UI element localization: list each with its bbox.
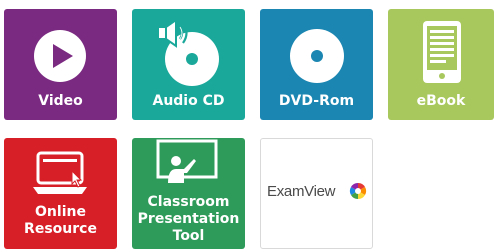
ereader-icon <box>423 21 461 83</box>
disc-icon <box>290 29 344 83</box>
classroom-label-line3: Tool <box>172 228 205 244</box>
play-icon <box>34 30 86 82</box>
ebook-label: eBook <box>416 93 466 109</box>
video-label: Video <box>38 93 83 109</box>
online-resource-label-line1: Online <box>35 204 86 220</box>
online-resource-tile[interactable]: Online Resource <box>4 138 117 249</box>
ebook-tile[interactable]: eBook <box>388 9 494 120</box>
audio-cd-tile[interactable]: Audio CD <box>132 9 245 120</box>
audio-cd-label: Audio CD <box>152 93 225 109</box>
examview-color-wheel-icon <box>349 182 367 200</box>
classroom-label-line1: Classroom <box>147 194 230 210</box>
dvd-rom-tile[interactable]: DVD-Rom <box>260 9 373 120</box>
online-resource-label-line2: Resource <box>24 221 97 237</box>
examview-tile[interactable]: ExamView <box>260 138 373 249</box>
classroom-presentation-tool-tile[interactable]: Classroom Presentation Tool <box>132 138 245 249</box>
laptop-cursor-icon <box>33 151 87 194</box>
examview-logo: ExamView <box>267 183 336 200</box>
classroom-label-line2: Presentation <box>137 211 240 227</box>
presenter-board-icon <box>156 139 218 183</box>
video-tile[interactable]: Video <box>4 9 117 120</box>
cd-speaker-icon <box>157 19 219 86</box>
dvd-rom-label: DVD-Rom <box>278 93 355 109</box>
